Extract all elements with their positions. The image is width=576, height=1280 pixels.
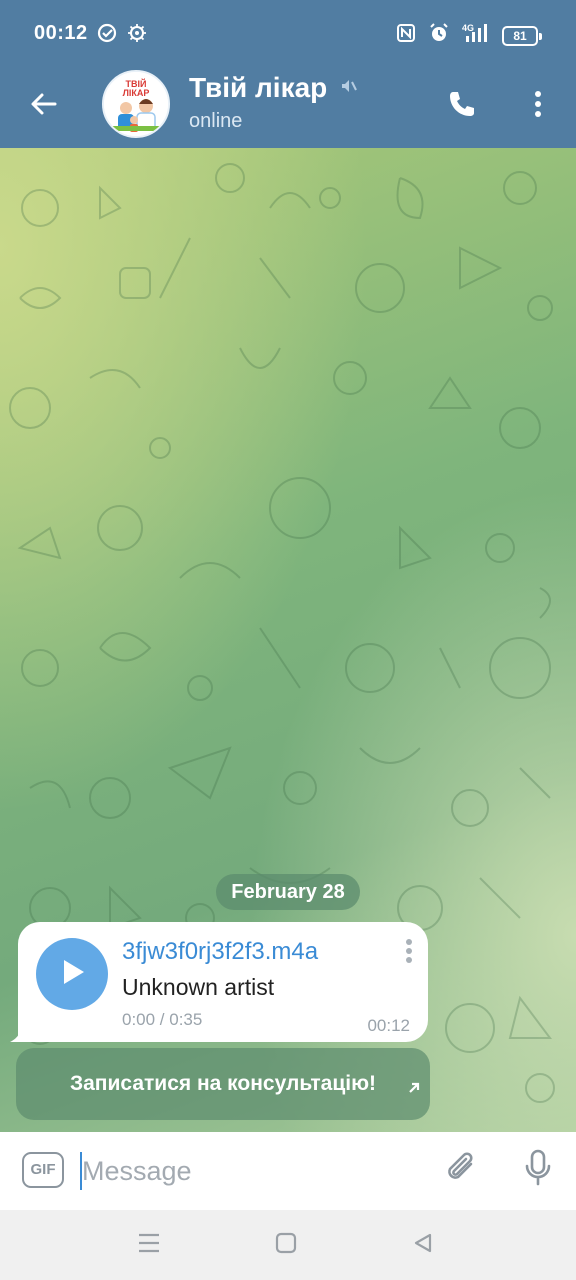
avatar[interactable]: ТВІЙ ЛІКАР bbox=[102, 70, 170, 138]
nfc-icon bbox=[396, 23, 416, 48]
more-button[interactable] bbox=[516, 84, 560, 128]
home-button[interactable] bbox=[271, 1230, 301, 1260]
back-button[interactable] bbox=[22, 84, 66, 128]
audio-file-name[interactable]: 3fjw3f0rj3f2f3.m4a bbox=[122, 938, 318, 966]
status-right-icons: 4G 81 bbox=[396, 22, 542, 49]
more-vertical-icon bbox=[533, 89, 543, 124]
message-input-bar: GIF bbox=[0, 1132, 576, 1210]
arrow-up-right-icon bbox=[406, 1054, 422, 1126]
more-vertical-icon bbox=[404, 939, 414, 970]
home-square-icon bbox=[275, 1232, 297, 1259]
paperclip-icon bbox=[445, 1150, 479, 1191]
recent-apps-button[interactable] bbox=[134, 1230, 164, 1260]
system-back-button[interactable] bbox=[408, 1230, 438, 1260]
battery-icon: 81 bbox=[502, 25, 542, 46]
menu-icon bbox=[137, 1232, 161, 1259]
chat-title: Твій лікар bbox=[189, 72, 328, 103]
call-button[interactable] bbox=[440, 84, 484, 128]
chat-area[interactable]: February 28 3fjw3f0rj3f2f3.m4a Unknown a… bbox=[0, 148, 576, 1132]
phone-icon bbox=[446, 88, 478, 125]
toolbar: ТВІЙ ЛІКАР Твій лікар online bbox=[0, 66, 576, 148]
alarm-icon bbox=[428, 22, 450, 49]
message-time: 00:12 bbox=[367, 1016, 410, 1035]
date-separator: February 28 bbox=[216, 874, 360, 910]
virus-icon bbox=[126, 22, 148, 49]
arrow-left-icon bbox=[29, 89, 59, 124]
inline-button-label: Записатися на консультацію! bbox=[69, 1072, 377, 1095]
message-input[interactable] bbox=[82, 1146, 412, 1196]
signal-4g-icon: 4G bbox=[462, 22, 490, 49]
status-left-icons bbox=[96, 22, 148, 49]
chat-header: 00:12 4G 81 ТВІЙ ЛІКАР Твій лікар online bbox=[0, 0, 576, 148]
microphone-button[interactable] bbox=[516, 1148, 560, 1192]
svg-text:4G: 4G bbox=[462, 23, 474, 33]
audio-message[interactable]: 3fjw3f0rj3f2f3.m4a Unknown artist 0:00 /… bbox=[18, 922, 428, 1042]
chat-title-wrap[interactable]: Твій лікар online bbox=[189, 72, 358, 133]
status-bar: 00:12 4G 81 bbox=[0, 0, 576, 66]
check-circle-icon bbox=[96, 22, 118, 49]
gif-button[interactable]: GIF bbox=[22, 1152, 64, 1188]
audio-artist: Unknown artist bbox=[122, 974, 275, 1000]
play-icon bbox=[58, 957, 86, 992]
back-triangle-icon bbox=[412, 1232, 434, 1259]
attach-button[interactable] bbox=[440, 1148, 484, 1192]
microphone-icon bbox=[523, 1149, 553, 1192]
system-nav-bar bbox=[0, 1210, 576, 1280]
status-time: 00:12 bbox=[34, 22, 88, 44]
audio-duration: 0:00 / 0:35 bbox=[122, 1010, 203, 1029]
play-button[interactable] bbox=[36, 938, 108, 1010]
message-menu-button[interactable] bbox=[404, 938, 416, 966]
chat-status: online bbox=[189, 110, 243, 132]
muted-icon bbox=[340, 77, 358, 100]
inline-consultation-button[interactable]: Записатися на консультацію! bbox=[16, 1048, 430, 1120]
svg-text:ЛІКАР: ЛІКАР bbox=[123, 88, 150, 98]
doctor-avatar-image: ТВІЙ ЛІКАР bbox=[104, 72, 168, 136]
